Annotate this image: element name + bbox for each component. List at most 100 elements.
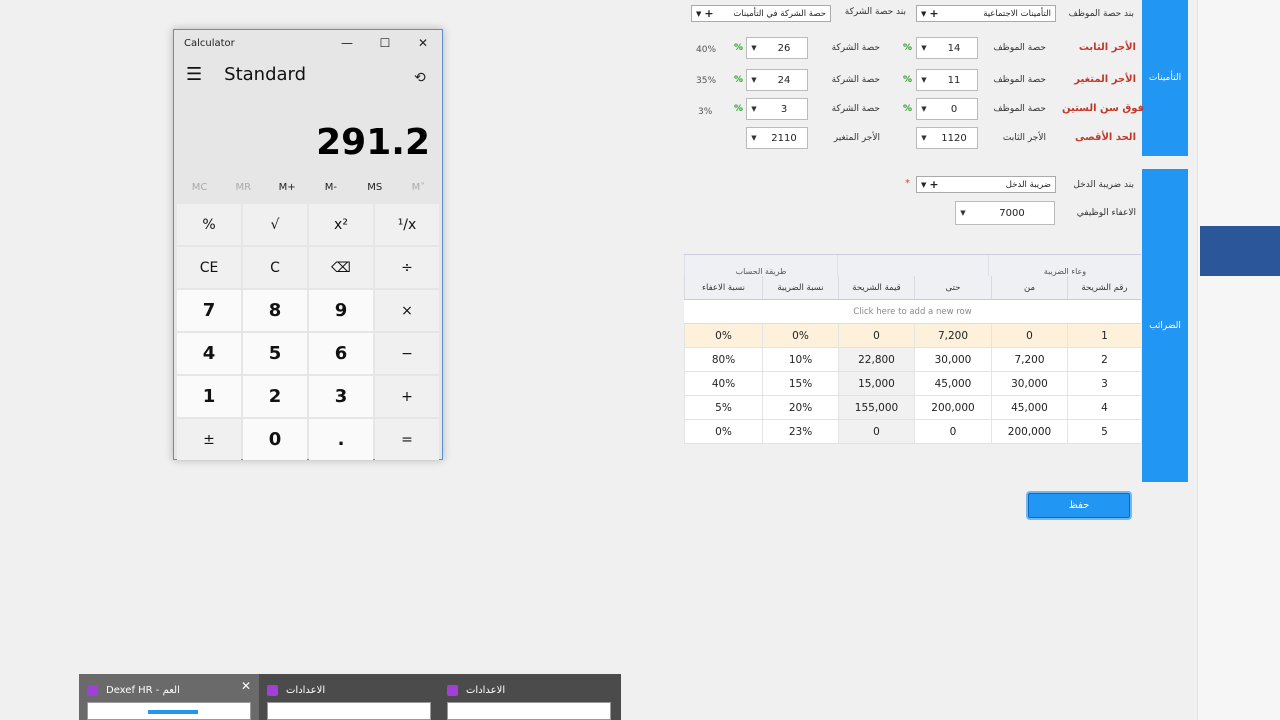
decimal-key[interactable]: . <box>309 419 373 460</box>
cell-bracket-value[interactable]: 0 <box>838 420 914 443</box>
cell-from[interactable]: 7,200 <box>991 348 1067 371</box>
cell-exemption-rate[interactable]: 0% <box>684 420 762 443</box>
sqrt-key[interactable]: √ <box>243 204 307 245</box>
fixed-company-share-input[interactable]: ▼ 26 <box>746 37 808 59</box>
cell-bracket-number[interactable]: 1 <box>1067 324 1141 347</box>
digit-2-key[interactable]: 2 <box>243 376 307 417</box>
digit-3-key[interactable]: 3 <box>309 376 373 417</box>
cell-exemption-rate[interactable]: 5% <box>684 396 762 419</box>
digit-7-key[interactable]: 7 <box>177 290 241 331</box>
col-header-exemption-rate[interactable]: نسبة الاعفاء <box>684 276 762 299</box>
memory-store-button[interactable]: MS <box>353 182 396 193</box>
digit-1-key[interactable]: 1 <box>177 376 241 417</box>
cell-bracket-value[interactable]: 155,000 <box>838 396 914 419</box>
add-new-row[interactable]: Click here to add a new row <box>684 300 1141 324</box>
subtract-key[interactable]: − <box>375 333 439 374</box>
section-taxes[interactable]: الضرائب <box>1142 169 1188 482</box>
clear-key[interactable]: C <box>243 247 307 288</box>
cell-to[interactable]: 45,000 <box>914 372 991 395</box>
maximize-icon[interactable]: ☐ <box>366 30 404 56</box>
cell-tax-rate[interactable]: 20% <box>762 396 838 419</box>
calculator-titlebar[interactable]: Calculator — ☐ ✕ <box>174 30 442 56</box>
over-sixty-employee-share-value: 0 <box>950 103 958 115</box>
clear-entry-key[interactable]: CE <box>177 247 241 288</box>
max-fixed-wage-input[interactable]: ▼ 1120 <box>916 127 978 149</box>
col-header-tax-rate[interactable]: نسبة الضريبة <box>762 276 838 299</box>
cell-from[interactable]: 200,000 <box>991 420 1067 443</box>
cell-to[interactable]: 30,000 <box>914 348 991 371</box>
cell-bracket-value[interactable]: 0 <box>838 324 914 347</box>
memory-subtract-button[interactable]: M- <box>309 182 352 193</box>
cell-bracket-number[interactable]: 5 <box>1067 420 1141 443</box>
digit-4-key[interactable]: 4 <box>177 333 241 374</box>
cell-bracket-value[interactable]: 22,800 <box>838 348 914 371</box>
cell-tax-rate[interactable]: 10% <box>762 348 838 371</box>
digit-0-key[interactable]: 0 <box>243 419 307 460</box>
divide-key[interactable]: ÷ <box>375 247 439 288</box>
over-sixty-employee-share-input[interactable]: ▼ 0 <box>916 98 978 120</box>
square-key[interactable]: x² <box>309 204 373 245</box>
cell-to[interactable]: 200,000 <box>914 396 991 419</box>
cell-to[interactable]: 7,200 <box>914 324 991 347</box>
cell-bracket-number[interactable]: 3 <box>1067 372 1141 395</box>
digit-6-key[interactable]: 6 <box>309 333 373 374</box>
max-variable-wage-input[interactable]: ▼ 2110 <box>746 127 808 149</box>
cell-tax-rate[interactable]: 0% <box>762 324 838 347</box>
cell-exemption-rate[interactable]: 80% <box>684 348 762 371</box>
negate-key[interactable]: ± <box>177 419 241 460</box>
table-row[interactable]: 40% 15% 15,000 45,000 30,000 3 <box>684 372 1141 396</box>
app-icon <box>267 685 278 696</box>
backspace-key[interactable]: ⌫ <box>309 247 373 288</box>
section-insurance[interactable]: التأمينات <box>1142 0 1188 156</box>
cell-to[interactable]: 0 <box>914 420 991 443</box>
multiply-key[interactable]: × <box>375 290 439 331</box>
taskbar-thumb-dexef[interactable]: Dexef HR - العم ✕ <box>79 674 259 720</box>
cell-bracket-value[interactable]: 15,000 <box>838 372 914 395</box>
history-icon[interactable]: ⟲ <box>414 70 426 86</box>
fixed-employee-share-input[interactable]: ▼ 14 <box>916 37 978 59</box>
income-tax-item-combo[interactable]: ▼ + ضريبة الدخل <box>916 176 1056 193</box>
minimize-icon[interactable]: — <box>328 30 366 56</box>
table-row[interactable]: 80% 10% 22,800 30,000 7,200 2 <box>684 348 1141 372</box>
digit-9-key[interactable]: 9 <box>309 290 373 331</box>
variable-employee-share-input[interactable]: ▼ 11 <box>916 69 978 91</box>
digit-5-key[interactable]: 5 <box>243 333 307 374</box>
fixed-total-percent: 40% <box>696 45 717 55</box>
job-exemption-input[interactable]: ▼ 7000 <box>955 201 1055 225</box>
equals-key[interactable]: = <box>375 419 439 460</box>
hamburger-menu-icon[interactable]: ☰ <box>186 64 202 85</box>
cell-from[interactable]: 30,000 <box>991 372 1067 395</box>
cell-tax-rate[interactable]: 15% <box>762 372 838 395</box>
cell-bracket-number[interactable]: 2 <box>1067 348 1141 371</box>
table-row[interactable]: 0% 0% 0 7,200 0 1 <box>684 324 1141 348</box>
taskbar-thumb-settings-1[interactable]: الاعدادات <box>259 674 439 720</box>
digit-8-key[interactable]: 8 <box>243 290 307 331</box>
memory-recall-button[interactable]: MR <box>222 182 265 193</box>
variable-company-share-input[interactable]: ▼ 24 <box>746 69 808 91</box>
cell-from[interactable]: 45,000 <box>991 396 1067 419</box>
table-row[interactable]: 0% 23% 0 0 200,000 5 <box>684 420 1141 444</box>
cell-from[interactable]: 0 <box>991 324 1067 347</box>
close-icon[interactable]: ✕ <box>241 679 251 693</box>
memory-clear-button[interactable]: MC <box>178 182 221 193</box>
cell-bracket-number[interactable]: 4 <box>1067 396 1141 419</box>
table-row[interactable]: 5% 20% 155,000 200,000 45,000 4 <box>684 396 1141 420</box>
memory-add-button[interactable]: M+ <box>266 182 309 193</box>
company-item-combo[interactable]: ▼ + حصة الشركة في التأمينات <box>691 5 831 22</box>
cell-exemption-rate[interactable]: 0% <box>684 324 762 347</box>
over-sixty-company-share-input[interactable]: ▼ 3 <box>746 98 808 120</box>
col-header-bracket-number[interactable]: رقم الشريحة <box>1067 276 1141 299</box>
cell-tax-rate[interactable]: 23% <box>762 420 838 443</box>
memory-list-button[interactable]: M˅ <box>397 182 440 193</box>
add-key[interactable]: + <box>375 376 439 417</box>
col-header-from[interactable]: من <box>991 276 1067 299</box>
col-header-to[interactable]: حتى <box>914 276 991 299</box>
taskbar-thumb-settings-2[interactable]: الاعدادات <box>439 674 619 720</box>
cell-exemption-rate[interactable]: 40% <box>684 372 762 395</box>
save-button[interactable]: حفظ <box>1026 491 1132 520</box>
close-icon[interactable]: ✕ <box>404 30 442 56</box>
employee-item-combo[interactable]: ▼ + التأمينات الاجتماعية <box>916 5 1056 22</box>
percent-key[interactable]: % <box>177 204 241 245</box>
reciprocal-key[interactable]: ¹/x <box>375 204 439 245</box>
col-header-bracket-value[interactable]: قيمة الشريحة <box>838 276 914 299</box>
